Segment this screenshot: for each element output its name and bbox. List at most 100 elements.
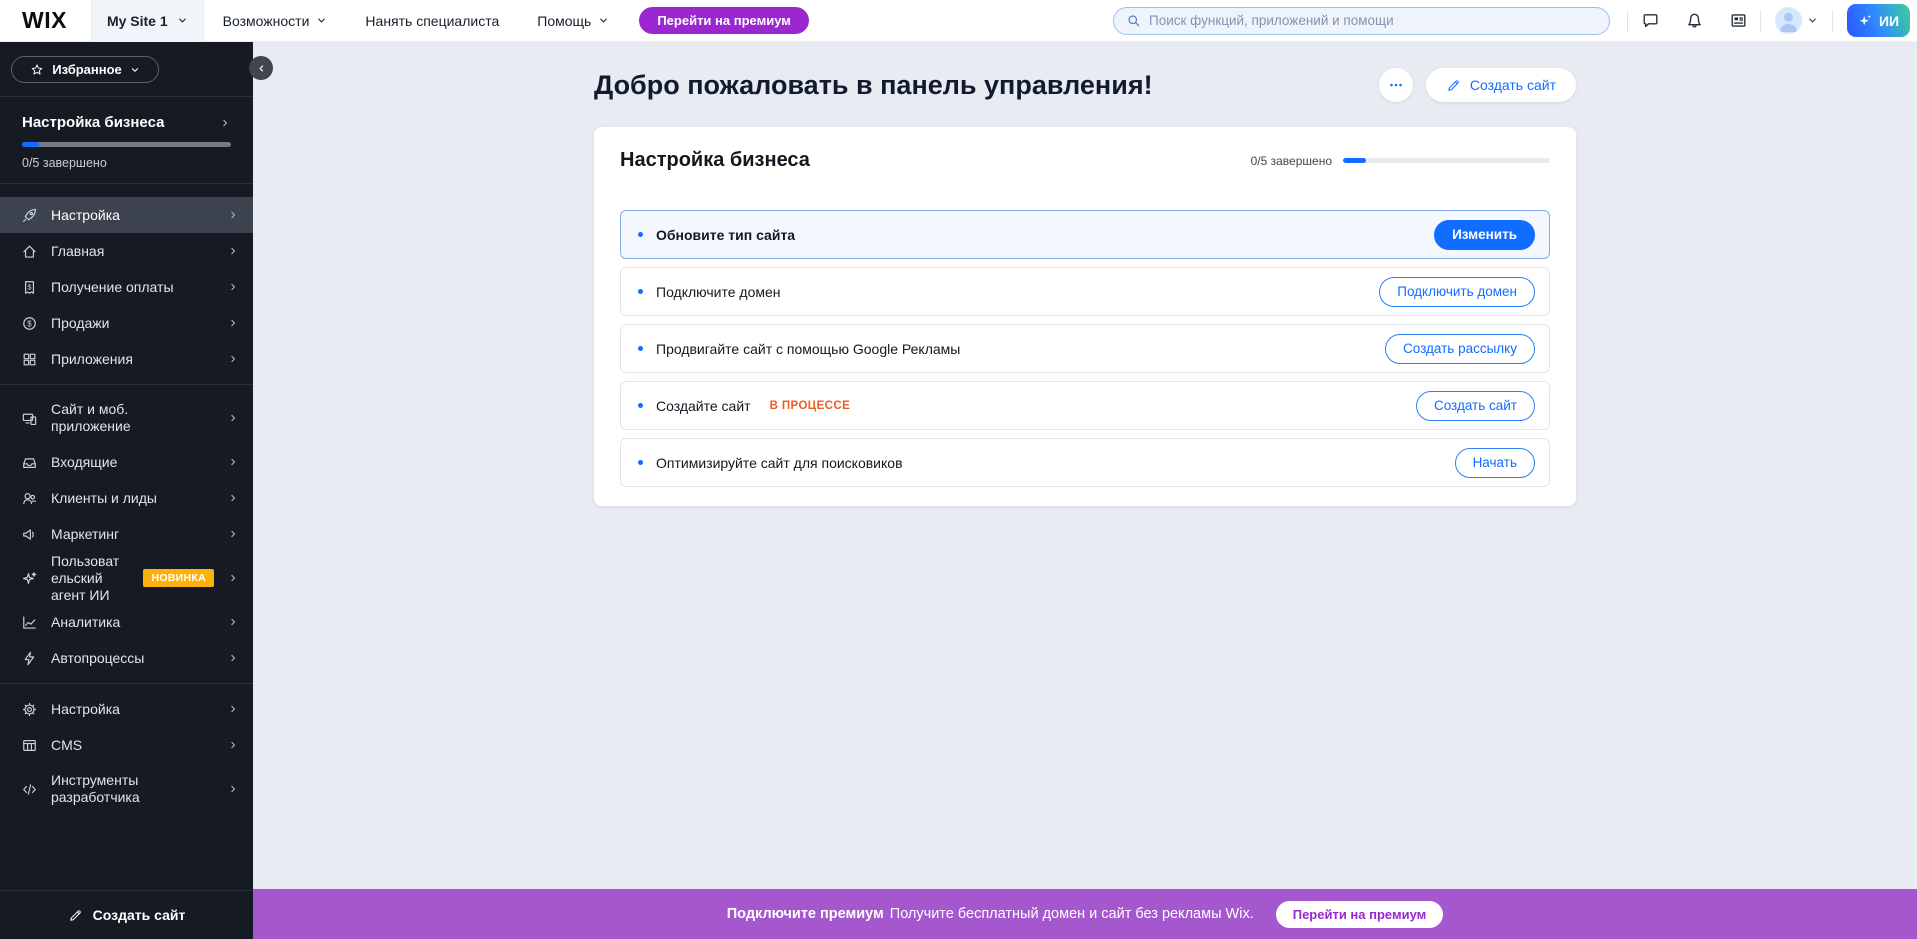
favorites-label: Избранное	[52, 62, 122, 77]
sidebar-create-site-button[interactable]: Создать сайт	[0, 890, 253, 939]
sidebar-item-gear[interactable]: Настройка	[0, 691, 253, 727]
banner-premium-button[interactable]: Перейти на премиум	[1276, 901, 1444, 928]
business-setup-link[interactable]: Настройка бизнеса	[22, 114, 231, 131]
news-feed-icon[interactable]	[1716, 0, 1760, 42]
chevron-right-icon	[227, 245, 239, 257]
page-title: Добро пожаловать в панель управления!	[594, 70, 1379, 101]
task-action-button[interactable]: Подключить домен	[1379, 277, 1535, 307]
chevron-right-icon	[219, 117, 231, 129]
top-bar: WIX My Site 1 Возможности Нанять специал…	[0, 0, 1917, 42]
setup-progress-label: 0/5 завершено	[22, 156, 231, 170]
sidebar-item-label: Главная	[51, 243, 104, 260]
pencil-icon	[1446, 78, 1461, 93]
card-progress-bar	[1343, 158, 1550, 163]
sidebar-item-megaphone[interactable]: Маркетинг	[0, 516, 253, 552]
automation-icon	[21, 650, 38, 667]
upgrade-premium-button[interactable]: Перейти на премиум	[639, 7, 809, 34]
task-label: Оптимизируйте сайт для поисковиков	[656, 455, 903, 471]
chevron-right-icon	[227, 412, 239, 424]
sidebar-item-label: Продажи	[51, 315, 109, 332]
dollar-icon: $	[21, 315, 38, 332]
sidebar-item-rocket[interactable]: Настройка	[0, 197, 253, 233]
devices-icon	[21, 410, 38, 427]
search-icon	[1126, 13, 1141, 28]
sidebar-item-analytics[interactable]: Аналитика	[0, 604, 253, 640]
task-label: Создайте сайт	[656, 398, 751, 414]
task-label: Подключите домен	[656, 284, 781, 300]
banner-highlight: Подключите премиум	[727, 906, 884, 922]
bullet-icon	[638, 403, 643, 408]
search-input[interactable]	[1149, 13, 1597, 28]
task-row: Обновите тип сайта Изменить	[620, 210, 1550, 259]
bullet-icon	[638, 289, 643, 294]
analytics-icon	[21, 614, 38, 631]
chevron-right-icon	[227, 572, 239, 584]
business-setup-widget: Настройка бизнеса 0/5 завершено	[0, 114, 253, 170]
search-bar[interactable]	[1113, 7, 1610, 35]
sidebar-item-apps[interactable]: Приложения	[0, 341, 253, 377]
nav-help[interactable]: Помощь	[518, 13, 628, 29]
chat-icon[interactable]	[1628, 0, 1672, 42]
sidebar-item-contacts[interactable]: Клиенты и лиды	[0, 480, 253, 516]
chevron-right-icon	[227, 281, 239, 293]
star-icon	[30, 63, 44, 77]
task-action-button[interactable]: Создать сайт	[1416, 391, 1535, 421]
task-label: Продвигайте сайт с помощью Google Реклам…	[656, 341, 960, 357]
code-icon	[21, 781, 38, 798]
card-header: Настройка бизнеса 0/5 завершено	[620, 149, 1550, 172]
notifications-bell-icon[interactable]	[1672, 0, 1716, 42]
site-selector[interactable]: My Site 1	[91, 0, 204, 42]
create-site-button[interactable]: Создать сайт	[1426, 68, 1576, 102]
chevron-right-icon	[227, 353, 239, 365]
sidebar-item-sparkle[interactable]: Пользовательский агент ИИ НОВИНКА	[0, 552, 253, 604]
cms-icon	[21, 737, 38, 754]
sidebar-item-label: Клиенты и лиды	[51, 490, 157, 507]
business-setup-title: Настройка бизнеса	[22, 114, 164, 131]
megaphone-icon	[21, 526, 38, 543]
svg-text:$: $	[27, 282, 32, 291]
bullet-icon	[638, 232, 643, 237]
sidebar-item-devices[interactable]: Сайт и моб. приложение	[0, 392, 253, 444]
sidebar-item-label: Маркетинг	[51, 526, 119, 543]
sidebar-divider	[0, 384, 253, 385]
task-row: Продвигайте сайт с помощью Google Реклам…	[620, 324, 1550, 373]
account-menu[interactable]	[1761, 7, 1832, 34]
task-action-button[interactable]: Начать	[1455, 448, 1535, 478]
sidebar-item-cms[interactable]: CMS	[0, 727, 253, 763]
inbox-icon	[21, 454, 38, 471]
wix-dashboard: WIX My Site 1 Возможности Нанять специал…	[0, 0, 1917, 939]
sidebar-item-label: Приложения	[51, 351, 133, 368]
sidebar-item-invoice[interactable]: $ Получение оплаты	[0, 269, 253, 305]
task-row: Оптимизируйте сайт для поисковиков Начат…	[620, 438, 1550, 487]
sidebar-item-label: Пользовательский агент ИИ	[51, 553, 122, 604]
favorites-menu[interactable]: Избранное	[11, 56, 159, 83]
chevron-right-icon	[227, 209, 239, 221]
invoice-icon: $	[21, 279, 38, 296]
task-action-button[interactable]: Создать рассылку	[1385, 334, 1535, 364]
sidebar-item-code[interactable]: Инструменты разработчика	[0, 763, 253, 815]
chevron-down-icon	[130, 65, 140, 75]
bullet-icon	[638, 460, 643, 465]
card-progress-label: 0/5 завершено	[1251, 154, 1332, 168]
task-action-button[interactable]: Изменить	[1434, 220, 1535, 250]
sidebar-item-home[interactable]: Главная	[0, 233, 253, 269]
sidebar-menu: Настройка Главная $ Получение оплаты $ П…	[0, 197, 253, 815]
sidebar-item-inbox[interactable]: Входящие	[0, 444, 253, 480]
sidebar-item-automation[interactable]: Автопроцессы	[0, 640, 253, 676]
avatar	[1775, 7, 1802, 34]
sidebar: Избранное Настройка бизнеса 0/5 завершен…	[0, 42, 253, 939]
chevron-down-icon	[598, 15, 609, 26]
chevron-right-icon	[227, 317, 239, 329]
nav-help-label: Помощь	[537, 13, 591, 29]
sidebar-collapse-button[interactable]	[249, 56, 273, 80]
sparkle-icon	[21, 570, 38, 587]
nav-features[interactable]: Возможности	[204, 13, 347, 29]
more-actions-button[interactable]	[1379, 68, 1413, 102]
apps-icon	[21, 351, 38, 368]
chevron-right-icon	[227, 528, 239, 540]
ai-assistant-button[interactable]: ИИ	[1847, 4, 1910, 37]
nav-hire-professional[interactable]: Нанять специалиста	[346, 13, 518, 29]
home-icon	[21, 243, 38, 260]
banner-text: Получите бесплатный домен и сайт без рек…	[890, 906, 1254, 922]
sidebar-item-dollar[interactable]: $ Продажи	[0, 305, 253, 341]
